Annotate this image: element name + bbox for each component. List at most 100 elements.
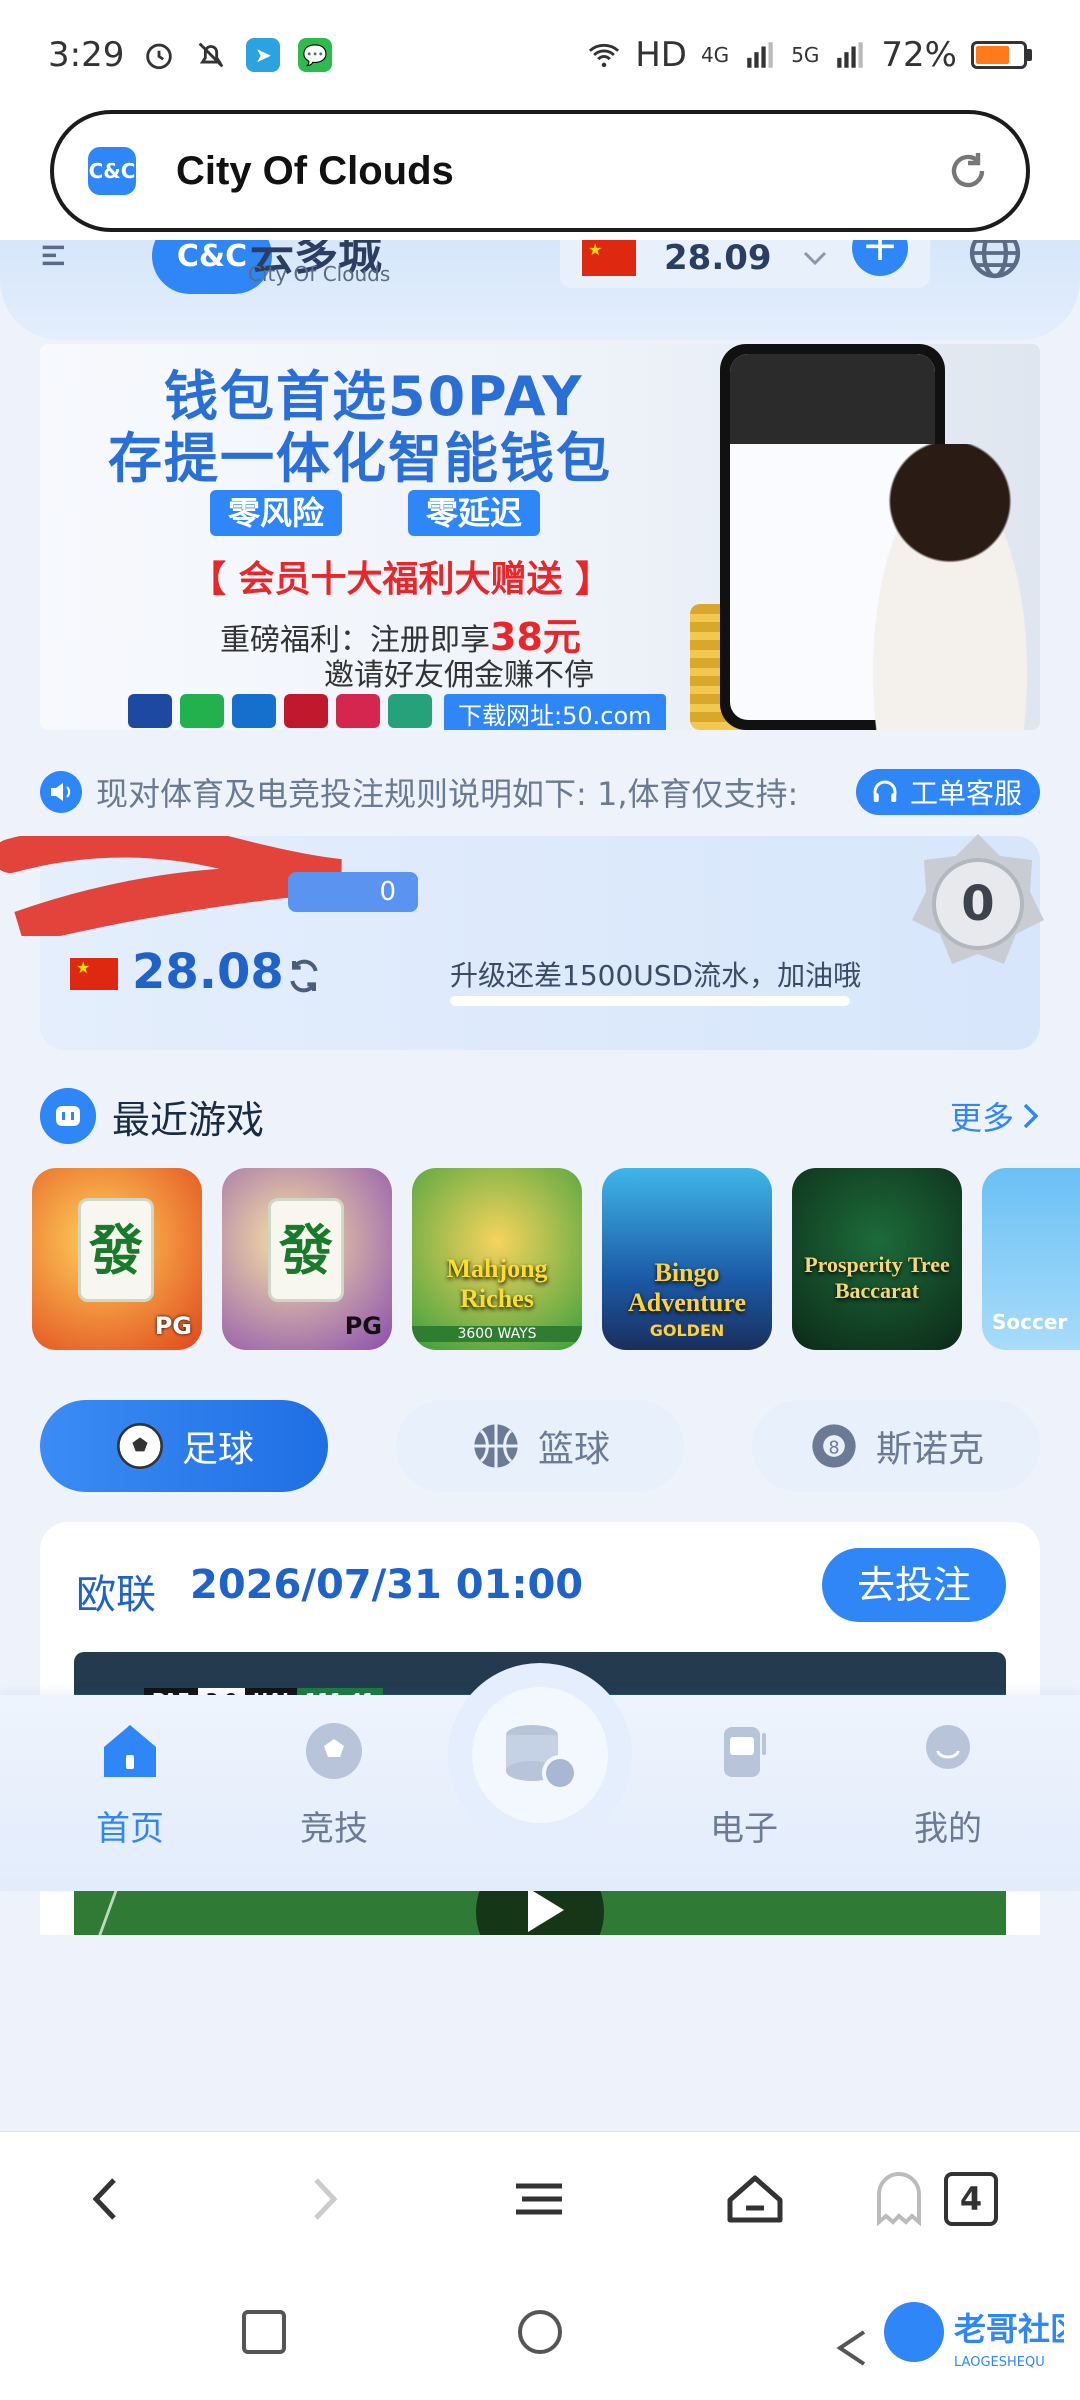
game-controller-icon <box>40 1088 96 1144</box>
signal-icon <box>837 42 864 68</box>
tab-label: 篮球 <box>537 1429 610 1470</box>
tab-home[interactable]: 首页 <box>50 1719 210 1850</box>
mahjong-tile-icon: 發 <box>78 1198 154 1302</box>
banner-pill-1: 零风险 <box>210 490 343 536</box>
customer-service-button[interactable]: 工单客服 <box>855 769 1040 815</box>
home-icon[interactable] <box>720 2164 790 2234</box>
battery-icon <box>971 41 1032 69</box>
browser-nav-bar: 4 <box>0 2131 1080 2266</box>
watermark-sub: LAOGESHEQU <box>954 2355 1045 2370</box>
slot-machine-icon <box>724 1727 766 1777</box>
notice-text: 现对体育及电竞投注规则说明如下: 1,体育仅支持: <box>96 775 799 813</box>
coin-stack-icon <box>506 1725 578 1791</box>
balance-value: 28.08 <box>132 944 284 1000</box>
banner-title-2: 存提一体化智能钱包 <box>108 427 612 490</box>
game-title: Soccer <box>992 1310 1068 1334</box>
upgrade-hint: 升级还差1500USD流水，加油哦 <box>450 959 862 992</box>
notice-bar: 现对体育及电竞投注规则说明如下: 1,体育仅支持: 工单客服 <box>40 764 1040 820</box>
recent-games-list: 發 PG 發 PG Mahjong Riches 3600 WAYS Bingo… <box>32 1168 1080 1350</box>
back-icon[interactable] <box>72 2164 142 2234</box>
banner-download-url: 下载网址:50.com <box>444 694 666 730</box>
promo-banner[interactable]: 钱包首选50PAY 存提一体化智能钱包 零风险 零延迟 【 会员十大福利大赠送 … <box>40 344 1040 730</box>
home-button-icon[interactable] <box>512 2304 568 2360</box>
tab-snooker[interactable]: 8 斯诺克 <box>752 1400 1040 1492</box>
tab-label: 首页 <box>96 1809 164 1849</box>
tab-sports[interactable]: 竞技 <box>254 1719 414 1850</box>
forward-icon[interactable] <box>288 2164 358 2234</box>
tab-slots[interactable]: 电子 <box>664 1719 824 1850</box>
tab-label: 我的 <box>914 1809 982 1849</box>
signal-icon <box>747 42 773 68</box>
recents-icon[interactable] <box>236 2304 292 2360</box>
game-tile-mahjong-ways-2[interactable]: 發 PG <box>222 1168 392 1350</box>
tab-basketball[interactable]: 篮球 <box>396 1400 684 1492</box>
globe-icon[interactable] <box>966 240 1024 282</box>
status-bar: 3:29 ➤ 💬 HD 4G 5G 72% <box>0 0 1080 110</box>
headset-icon <box>873 780 897 802</box>
currency-value: 28.09 <box>664 240 772 278</box>
match-league: 欧联 <box>76 1572 156 1618</box>
provider-badge: PG <box>154 1312 192 1340</box>
watermark-logo: 老哥社区 LAOGESHEQU <box>834 2286 1080 2376</box>
tab-label: 斯诺克 <box>875 1429 984 1470</box>
game-tile-mahjong-ways[interactable]: 發 PG <box>32 1168 202 1350</box>
vip-medal-icon: 0 <box>912 834 1044 964</box>
soccer-ball-icon <box>306 1723 362 1779</box>
chevron-down-icon <box>803 251 826 266</box>
status-time: 3:29 <box>48 35 125 75</box>
page-title: City Of Clouds <box>176 148 454 193</box>
game-subtitle: GOLDEN <box>649 1321 725 1340</box>
alarm-icon <box>146 43 173 70</box>
menu-icon[interactable] <box>504 2164 574 2234</box>
mute-bell-icon <box>199 42 224 68</box>
tab-label: 足球 <box>181 1429 254 1470</box>
customer-service-label: 工单客服 <box>909 777 1022 810</box>
banner-pill-2: 零延迟 <box>408 490 541 536</box>
place-bet-button[interactable]: 去投注 <box>822 1548 1006 1622</box>
game-title: Prosperity Tree Baccarat <box>804 1252 950 1303</box>
soccer-ball-icon <box>117 1423 163 1469</box>
recent-games-header: 最近游戏 更多 <box>40 1086 1040 1146</box>
reload-icon[interactable] <box>944 147 992 195</box>
game-title: Mahjong Riches <box>446 1254 548 1313</box>
menu-icon[interactable] <box>40 240 72 276</box>
home-icon <box>104 1725 156 1777</box>
sport-tabs: 足球 篮球 8 斯诺克 <box>40 1400 1040 1492</box>
wifi-icon <box>589 43 620 68</box>
user-icon <box>926 1725 970 1769</box>
site-logo-en: City Of Clouds <box>248 262 391 286</box>
vip-level-tag: 0 <box>288 872 418 912</box>
more-link[interactable]: 更多 <box>950 1093 1040 1139</box>
tab-label: 电子 <box>710 1809 778 1849</box>
mahjong-tile-icon: 發 <box>268 1198 344 1302</box>
game-tile-mahjong-riches[interactable]: Mahjong Riches 3600 WAYS <box>412 1168 582 1350</box>
refresh-icon[interactable] <box>284 956 324 996</box>
incognito-ghost-icon[interactable] <box>864 2164 934 2234</box>
provider-badge: PG <box>344 1312 382 1340</box>
wallet-center-button[interactable] <box>448 1663 632 1847</box>
system-nav-bar: 老哥社区 LAOGESHEQU <box>0 2266 1080 2400</box>
game-tile-soccer[interactable]: Soccer <box>982 1168 1080 1350</box>
address-bar[interactable]: C&C City Of Clouds <box>50 110 1030 232</box>
recent-games-title: 最近游戏 <box>112 1097 265 1142</box>
banner-line-2: 邀请好友佣金赚不停 <box>324 658 594 693</box>
speaker-icon <box>40 771 82 813</box>
game-tile-bingo-adventure[interactable]: Bingo Adventure GOLDEN <box>602 1168 772 1350</box>
telegram-icon: ➤ <box>246 38 281 72</box>
china-flag-icon <box>582 240 636 276</box>
model-image <box>860 444 1040 730</box>
snooker-ball-icon: 8 <box>812 1424 856 1468</box>
chevron-right-icon <box>1023 1103 1039 1129</box>
banner-red-line: 【 会员十大福利大赠送 】 <box>190 559 612 600</box>
tab-mine[interactable]: 我的 <box>868 1719 1028 1850</box>
signal-5g-label: 5G <box>791 43 820 67</box>
tabs-count-button[interactable]: 4 <box>944 2172 998 2226</box>
game-tile-prosperity-baccarat[interactable]: Prosperity Tree Baccarat <box>792 1168 962 1350</box>
vip-progress-bar <box>450 996 850 1006</box>
site-favicon: C&C <box>88 147 136 195</box>
tab-football[interactable]: 足球 <box>40 1400 328 1492</box>
watermark-text: 老哥社区 <box>954 2310 1064 2348</box>
network-hd: HD <box>635 35 687 75</box>
message-app-icon: 💬 <box>298 38 333 72</box>
browser-toolbar: C&C City Of Clouds <box>0 110 1080 240</box>
